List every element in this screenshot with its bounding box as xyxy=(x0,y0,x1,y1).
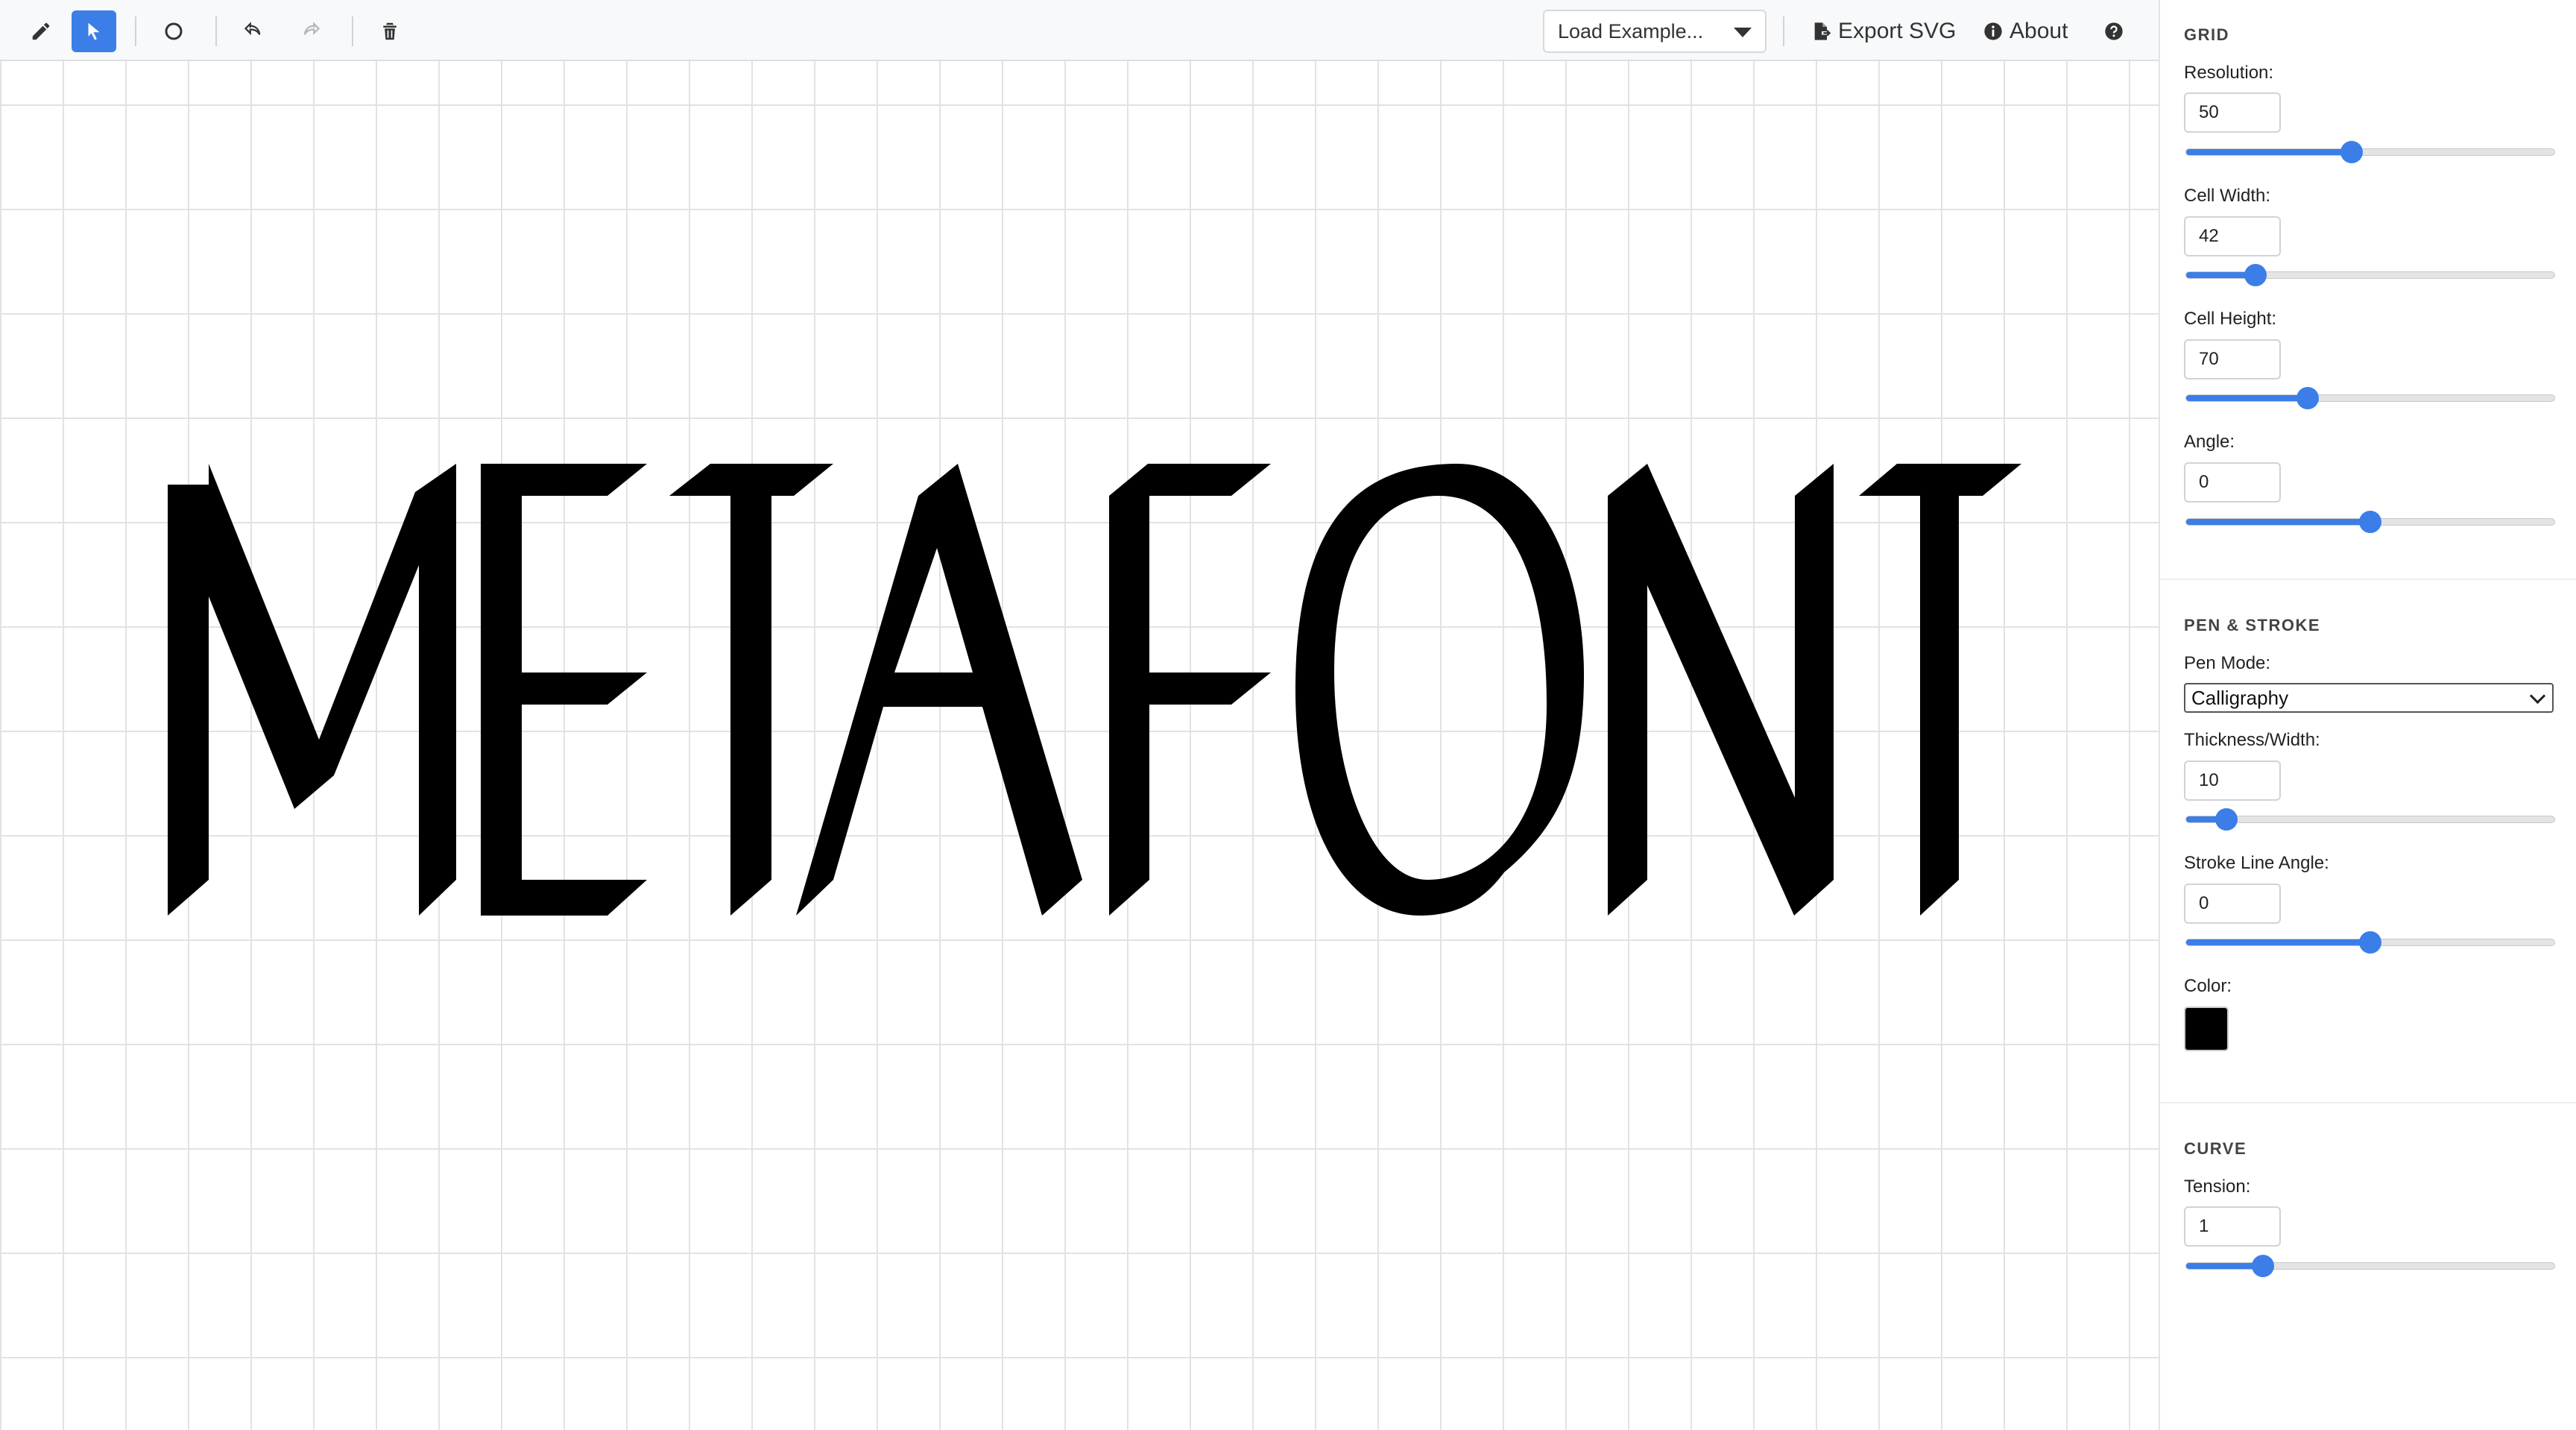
cell-height-input[interactable] xyxy=(2184,339,2281,379)
redo-button[interactable] xyxy=(287,10,332,52)
stroke-angle-input[interactable] xyxy=(2184,883,2281,924)
slider-thumb[interactable] xyxy=(2214,808,2238,831)
slider-track xyxy=(2185,148,2555,156)
cell-height-label: Cell Height: xyxy=(2184,309,2277,329)
cell-height-slider[interactable] xyxy=(2185,387,2555,409)
stroke-angle-slider[interactable] xyxy=(2185,931,2555,954)
angle-label: Angle: xyxy=(2184,432,2235,452)
slider-fill xyxy=(2186,519,2370,525)
slider-thumb[interactable] xyxy=(2252,1255,2275,1277)
select-tool-button[interactable] xyxy=(72,10,116,52)
slider-thumb[interactable] xyxy=(2296,387,2319,409)
cell-width-label: Cell Width: xyxy=(2184,186,2271,206)
export-svg-label: Export SVG xyxy=(1838,19,1957,43)
thickness-label: Thickness/Width: xyxy=(2184,730,2320,750)
delete-button[interactable] xyxy=(367,10,412,52)
glyph-t-2 xyxy=(1859,464,2021,916)
tension-slider[interactable] xyxy=(2185,1255,2555,1277)
slider-track xyxy=(2185,816,2555,823)
circle-icon xyxy=(165,22,183,40)
glyph-m xyxy=(168,464,456,916)
resolution-slider[interactable] xyxy=(2185,141,2555,163)
pen-mode-select[interactable]: Calligraphy xyxy=(2184,683,2554,713)
chevron-down-icon xyxy=(2529,687,2546,705)
pen-mode-label: Pen Mode: xyxy=(2184,653,2271,673)
redo-icon xyxy=(303,22,321,36)
file-export-icon xyxy=(1814,22,1831,40)
glyph-drawing xyxy=(168,464,2021,916)
thickness-input[interactable] xyxy=(2184,760,2281,801)
slider-thumb[interactable] xyxy=(2340,141,2364,163)
color-label: Color: xyxy=(2184,976,2232,996)
color-swatch[interactable] xyxy=(2184,1007,2229,1051)
pencil-tool-button[interactable] xyxy=(19,10,63,52)
glyph-o xyxy=(1295,464,1584,916)
export-svg-button[interactable]: Export SVG xyxy=(1811,10,1956,52)
slider-track xyxy=(2185,1262,2555,1270)
toolbar-separator xyxy=(215,16,217,46)
pen-section-title: PEN & STROKE xyxy=(2184,616,2321,634)
slider-track xyxy=(2185,271,2555,279)
about-button[interactable]: About xyxy=(1983,10,2068,52)
cursor-arrow-icon xyxy=(88,22,100,40)
slider-fill xyxy=(2186,939,2370,945)
tension-label: Tension: xyxy=(2184,1177,2251,1197)
section-divider xyxy=(2160,579,2576,580)
drawing-canvas[interactable] xyxy=(0,61,2159,1430)
section-divider xyxy=(2160,1102,2576,1103)
angle-input[interactable] xyxy=(2184,462,2281,503)
slider-thumb[interactable] xyxy=(2359,931,2381,954)
thickness-slider[interactable] xyxy=(2185,808,2555,831)
toolbar-separator xyxy=(352,16,353,46)
cell-width-slider[interactable] xyxy=(2185,264,2555,286)
question-circle-icon xyxy=(2105,22,2123,40)
circle-tool-button[interactable] xyxy=(151,10,196,52)
undo-button[interactable] xyxy=(233,10,277,52)
slider-track xyxy=(2185,394,2555,402)
resolution-label: Resolution: xyxy=(2184,63,2274,83)
info-circle-icon xyxy=(1984,22,2002,40)
load-example-dropdown[interactable]: Load Example... xyxy=(1543,10,1767,53)
resolution-input[interactable] xyxy=(2184,92,2281,133)
pen-mode-value: Calligraphy xyxy=(2191,686,2289,709)
cell-width-input[interactable] xyxy=(2184,216,2281,256)
pencil-icon xyxy=(32,22,50,40)
slider-thumb[interactable] xyxy=(2244,264,2267,286)
grid-section-title: GRID xyxy=(2184,25,2229,44)
stroke-angle-label: Stroke Line Angle: xyxy=(2184,853,2329,873)
angle-slider[interactable] xyxy=(2185,511,2555,533)
about-label: About xyxy=(2010,19,2068,43)
slider-fill xyxy=(2186,395,2308,401)
load-example-label: Load Example... xyxy=(1558,19,1704,42)
glyph-a xyxy=(796,464,1082,916)
toolbar-separator xyxy=(1783,16,1784,46)
tension-input[interactable] xyxy=(2184,1206,2281,1247)
glyph-n xyxy=(1608,464,1834,916)
trash-icon xyxy=(383,22,397,40)
slider-thumb[interactable] xyxy=(2359,511,2381,533)
glyph-e xyxy=(481,464,647,916)
curve-section-title: CURVE xyxy=(2184,1139,2247,1158)
settings-panel: GRID Resolution: Cell Width: Cell Height… xyxy=(2159,0,2576,1430)
caret-down-icon xyxy=(1734,28,1752,37)
toolbar: Load Example... Export SVG About xyxy=(0,0,2159,61)
help-button[interactable] xyxy=(2103,10,2124,52)
glyph-t xyxy=(669,464,833,916)
glyph-f xyxy=(1109,464,1271,916)
toolbar-separator xyxy=(135,16,136,46)
undo-icon xyxy=(244,22,261,36)
slider-fill xyxy=(2186,149,2352,155)
